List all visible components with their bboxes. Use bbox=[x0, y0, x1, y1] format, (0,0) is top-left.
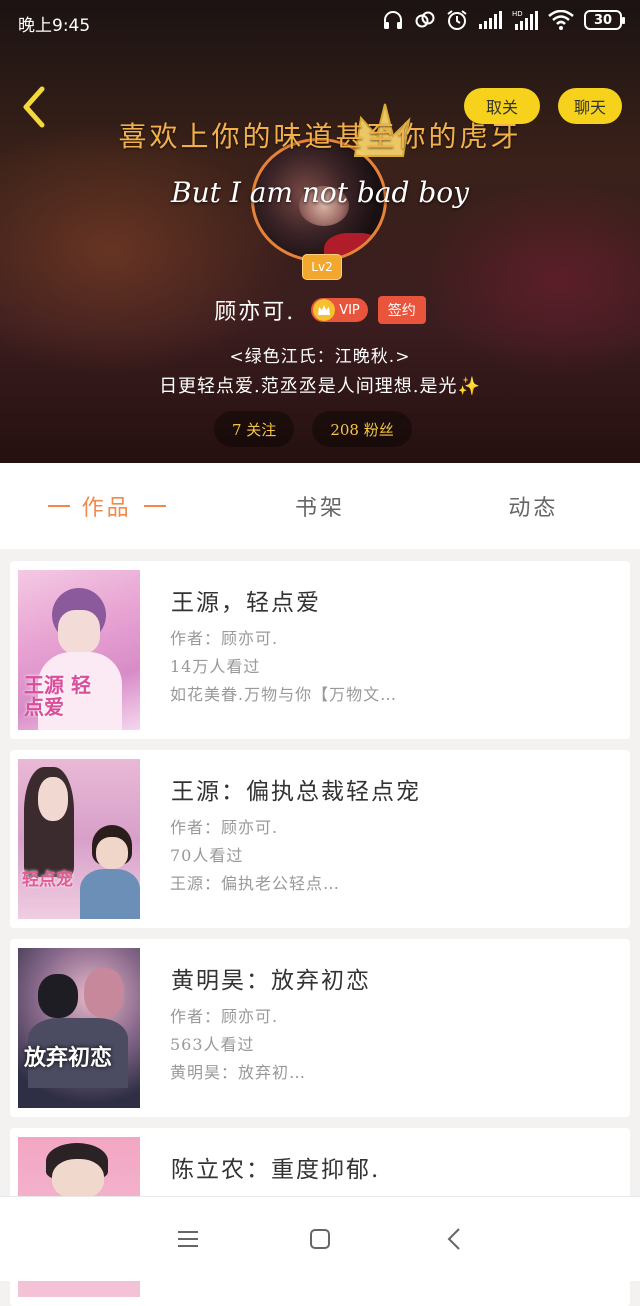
username: 顾亦可. bbox=[214, 300, 296, 325]
book-title: 王源，轻点爱 bbox=[171, 590, 321, 616]
menu-icon bbox=[178, 1231, 198, 1247]
link-icon bbox=[415, 11, 435, 28]
battery-level: 30 bbox=[593, 12, 613, 28]
tab-works[interactable]: 作品 bbox=[0, 463, 213, 549]
fans-count[interactable]: 208 粉丝 bbox=[312, 411, 412, 447]
book-title: 王源：偏执总裁轻点宠 bbox=[171, 779, 421, 805]
tab-bookshelf-label: 书架 bbox=[294, 496, 345, 521]
wifi-icon bbox=[548, 10, 574, 30]
vip-badge: VIP bbox=[311, 298, 368, 322]
book-author: 作者：顾亦可. bbox=[170, 818, 279, 837]
book-author: 作者：顾亦可. bbox=[170, 1007, 279, 1026]
signed-badge: 签约 bbox=[377, 296, 426, 324]
book-cover: 轻点宠 bbox=[18, 759, 140, 919]
tab-works-label: 作品 bbox=[81, 496, 132, 521]
headphones-icon bbox=[384, 11, 402, 29]
book-title: 黄明昊：放弃初恋 bbox=[171, 968, 371, 994]
home-button[interactable] bbox=[300, 1223, 340, 1255]
alarm-icon bbox=[447, 10, 467, 30]
status-bar: 晚上9:45 HD 30 bbox=[0, 0, 640, 44]
book-description: 王源：偏执老公轻点… bbox=[170, 874, 341, 893]
book-card[interactable]: 王源 轻点爱 王源，轻点爱 作者：顾亦可. 14万人看过 如花美眷.万物与你【万… bbox=[10, 561, 630, 739]
tab-activity-label: 动态 bbox=[508, 496, 559, 521]
home-square-icon bbox=[310, 1229, 330, 1249]
book-views: 563人看过 bbox=[170, 1035, 255, 1054]
book-cover-text: 王源 轻点爱 bbox=[24, 673, 91, 719]
svg-text:HD: HD bbox=[512, 10, 523, 18]
user-row: 顾亦可. VIP 签约 bbox=[0, 294, 640, 326]
book-author: 作者：顾亦可. bbox=[170, 629, 279, 648]
book-description: 黄明昊：放弃初… bbox=[170, 1063, 307, 1082]
status-time: 晚上9:45 bbox=[18, 16, 91, 36]
tab-indicator-left bbox=[47, 505, 70, 507]
follow-count[interactable]: 7 关注 bbox=[214, 411, 295, 447]
book-description: 如花美眷.万物与你【万物文… bbox=[170, 685, 398, 704]
book-card[interactable]: 轻点宠 王源：偏执总裁轻点宠 作者：顾亦可. 70人看过 王源：偏执老公轻点… bbox=[10, 750, 630, 928]
vip-label: VIP bbox=[339, 302, 360, 318]
book-cover-text: 轻点宠 bbox=[22, 870, 73, 890]
bio-line-1: <绿色江氏：江晚秋.> bbox=[229, 347, 411, 367]
book-card[interactable]: 放弃初恋 黄明昊：放弃初恋 作者：顾亦可. 563人看过 黄明昊：放弃初… bbox=[10, 939, 630, 1117]
profile-header: 晚上9:45 HD 30 喜欢上你的味道甚至你的虎牙 But I am not … bbox=[0, 0, 640, 463]
tab-activity[interactable]: 动态 bbox=[427, 463, 640, 549]
system-nav-bar bbox=[0, 1196, 640, 1281]
bio-line-2: 日更轻点爱.范丞丞是人间理想.是光✨ bbox=[159, 376, 481, 397]
header-subtitle: But I am not bad boy bbox=[171, 176, 469, 209]
book-title: 陈立农：重度抑郁. bbox=[171, 1157, 381, 1183]
vip-crown-icon bbox=[313, 299, 336, 321]
header-title: 喜欢上你的味道甚至你的虎牙 bbox=[118, 120, 522, 153]
book-views: 14万人看过 bbox=[170, 657, 261, 676]
tab-bookshelf[interactable]: 书架 bbox=[213, 463, 426, 549]
book-cover: 王源 轻点爱 bbox=[18, 570, 140, 730]
battery-icon: 30 bbox=[584, 10, 625, 30]
stats-row: 7 关注 208 粉丝 bbox=[214, 411, 412, 447]
book-views: 70人看过 bbox=[170, 846, 244, 865]
unfollow-button[interactable]: 取关 bbox=[464, 88, 540, 124]
nav-back-button[interactable] bbox=[434, 1223, 474, 1255]
tab-indicator-right bbox=[143, 505, 166, 507]
profile-tabs: 作品 书架 动态 bbox=[0, 463, 640, 549]
chat-button[interactable]: 聊天 bbox=[558, 88, 622, 124]
book-cover: 放弃初恋 bbox=[18, 948, 140, 1108]
level-badge: Lv2 bbox=[302, 254, 342, 280]
back-icon bbox=[447, 1228, 460, 1250]
book-cover-text: 放弃初恋 bbox=[24, 1045, 113, 1071]
hd-signal-icon: HD bbox=[512, 10, 538, 30]
status-icons: HD 30 bbox=[382, 9, 625, 31]
signal-icon bbox=[479, 11, 502, 29]
menu-button[interactable] bbox=[168, 1223, 208, 1255]
